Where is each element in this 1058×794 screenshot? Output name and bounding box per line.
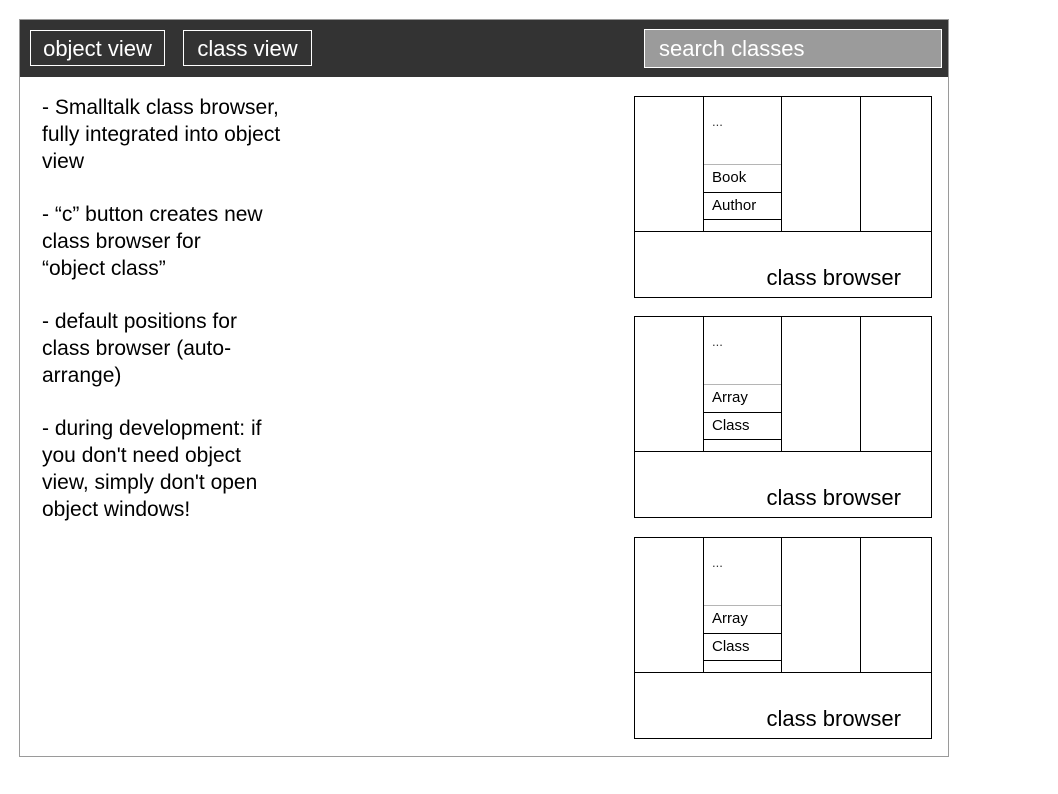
class-list-item[interactable]: Array: [704, 605, 781, 633]
protocol-pane[interactable]: [782, 317, 861, 451]
code-pane[interactable]: class browser: [635, 672, 931, 738]
category-pane[interactable]: [635, 97, 704, 231]
class-list-pane[interactable]: ... Book Author: [704, 97, 782, 231]
more-indicator: ...: [712, 114, 723, 129]
class-browser-2[interactable]: ... Array Class class browser: [634, 316, 932, 518]
class-list-item[interactable]: Class: [704, 412, 781, 440]
class-browser-3[interactable]: ... Array Class class browser: [634, 537, 932, 739]
browser-label: class browser: [766, 485, 901, 510]
toolbar: object view class view search classes: [20, 20, 948, 77]
protocol-pane[interactable]: [782, 97, 861, 231]
category-pane[interactable]: [635, 317, 704, 451]
note-item: - default positions for class browser (a…: [42, 310, 237, 387]
category-pane[interactable]: [635, 538, 704, 672]
tab-class-view[interactable]: class view: [183, 30, 312, 66]
class-list-item[interactable]: Book: [704, 164, 781, 192]
note-item: - Smalltalk class browser, fully integra…: [42, 96, 281, 173]
class-list-item[interactable]: [704, 219, 781, 231]
class-list-item[interactable]: Author: [704, 192, 781, 220]
more-indicator: ...: [712, 334, 723, 349]
app-window: object view class view search classes - …: [19, 19, 949, 757]
notes-list: - Smalltalk class browser, fully integra…: [42, 94, 342, 549]
more-indicator: ...: [712, 555, 723, 570]
search-input[interactable]: search classes: [644, 29, 942, 68]
class-list-item[interactable]: Class: [704, 633, 781, 661]
code-pane[interactable]: class browser: [635, 451, 931, 517]
class-list-pane[interactable]: ... Array Class: [704, 538, 782, 672]
browser-label: class browser: [766, 265, 901, 290]
class-list-pane[interactable]: ... Array Class: [704, 317, 782, 451]
class-list-item[interactable]: [704, 439, 781, 451]
tab-object-view[interactable]: object view: [30, 30, 165, 66]
class-list-item[interactable]: Array: [704, 384, 781, 412]
note-item: - during development: if you don't need …: [42, 417, 262, 521]
class-list-item[interactable]: [704, 660, 781, 672]
class-browser-1[interactable]: ... Book Author class browser: [634, 96, 932, 298]
note-item: - “c” button creates new class browser f…: [42, 203, 263, 280]
code-pane[interactable]: class browser: [635, 231, 931, 297]
browser-label: class browser: [766, 706, 901, 731]
protocol-pane[interactable]: [782, 538, 861, 672]
